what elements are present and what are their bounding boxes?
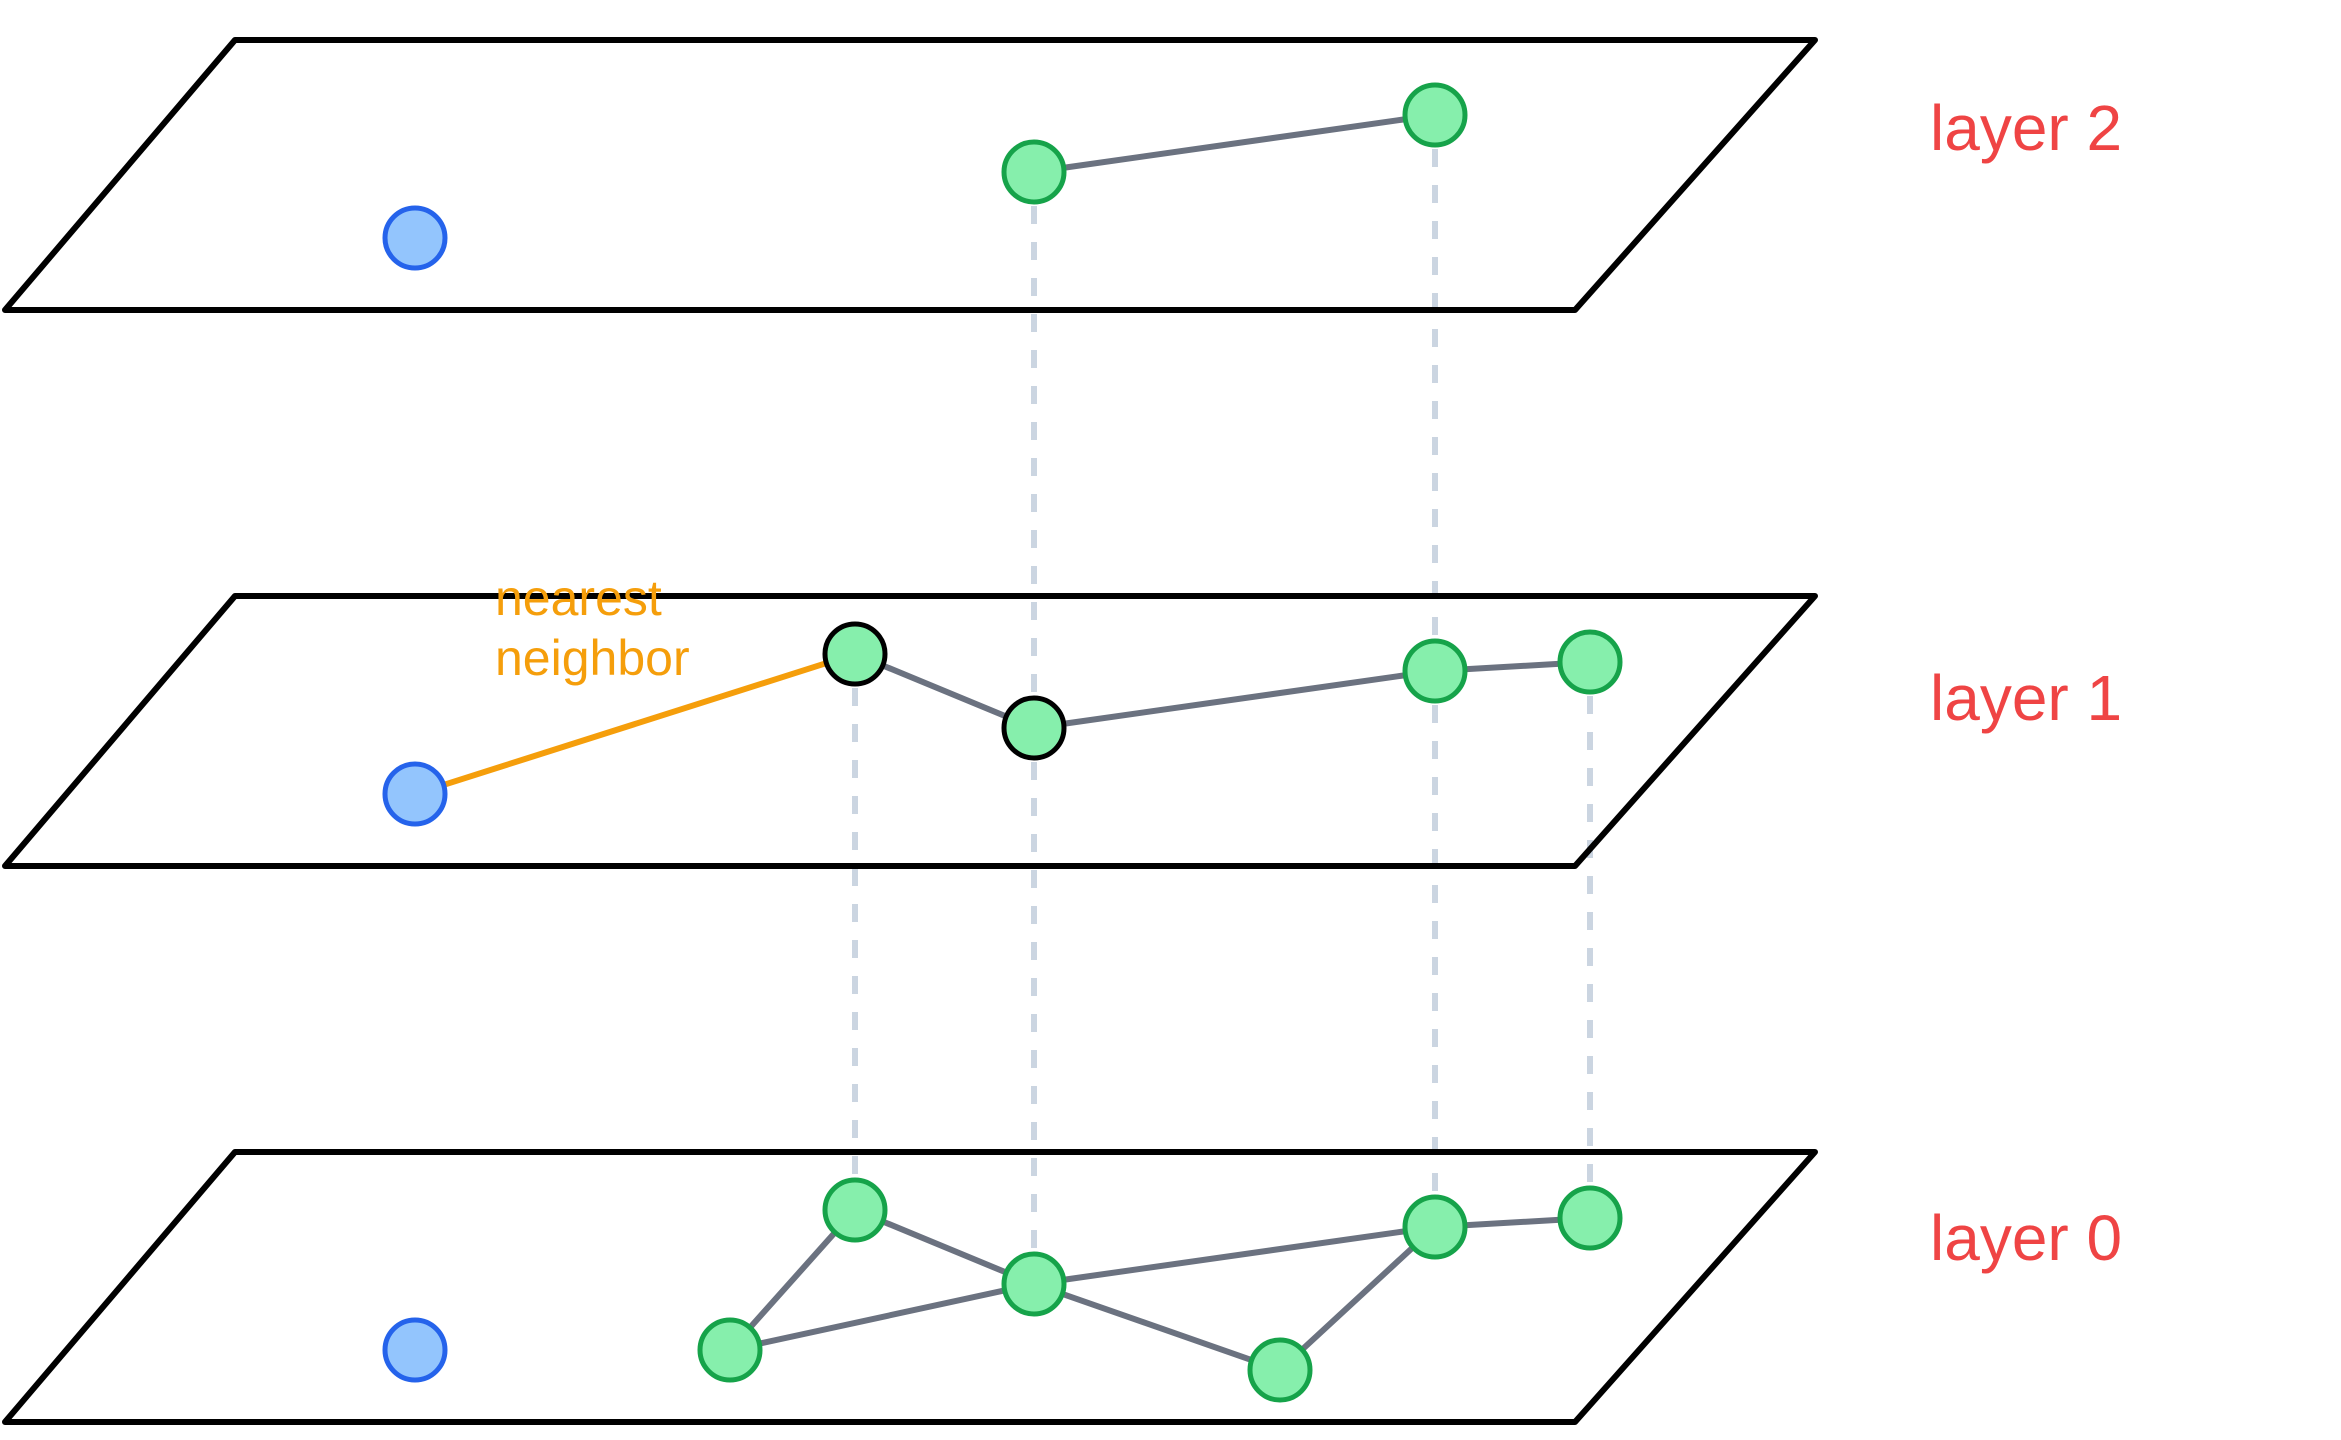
planes-group (5, 40, 1815, 1422)
graph-edge (885, 666, 1005, 716)
layer-label-2: layer 2 (1930, 92, 2122, 164)
plane-layer-2 (5, 40, 1815, 310)
graph-edge (1304, 1249, 1412, 1349)
plane-layer-0 (5, 1152, 1815, 1422)
graph-edge (1066, 1232, 1404, 1280)
graph-edge (1467, 664, 1558, 669)
data-node (825, 624, 885, 684)
data-node (1560, 1188, 1620, 1248)
hnsw-diagram: layer 2 layer 1 layer 0 nearestneighbor (0, 0, 2341, 1440)
nearest-label-line2: neighbor (495, 630, 690, 686)
nearest-label-line1: nearest (495, 570, 662, 626)
layer-label-1: layer 1 (1930, 662, 2122, 734)
data-node (1004, 698, 1064, 758)
data-node (700, 1320, 760, 1380)
graph-edge (751, 1234, 833, 1326)
edges-group (445, 120, 1558, 1360)
plane-layer-1 (5, 596, 1815, 866)
data-node (1405, 1197, 1465, 1257)
graph-edge (1064, 1295, 1250, 1360)
query-node (385, 208, 445, 268)
graph-edge (761, 1291, 1002, 1343)
graph-edge (1066, 676, 1404, 724)
data-node (1560, 632, 1620, 692)
data-node (1004, 142, 1064, 202)
query-node (385, 764, 445, 824)
data-node (825, 1180, 885, 1240)
graph-edge (885, 1222, 1005, 1272)
labels-group: layer 2 layer 1 layer 0 nearestneighbor (495, 92, 2122, 1274)
query-node (385, 1320, 445, 1380)
data-node (1250, 1340, 1310, 1400)
graph-edge (1066, 120, 1404, 168)
data-node (1004, 1254, 1064, 1314)
data-node (1405, 641, 1465, 701)
layer-label-0: layer 0 (1930, 1202, 2122, 1274)
data-node (1405, 85, 1465, 145)
graph-edge (1467, 1220, 1558, 1225)
